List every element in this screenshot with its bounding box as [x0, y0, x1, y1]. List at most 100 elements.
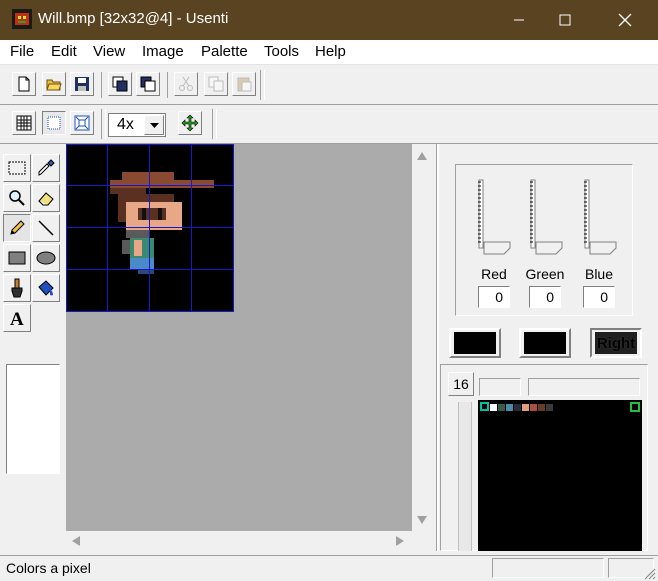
marquee-select-icon [8, 161, 26, 175]
right-color-fill: Right [595, 332, 637, 354]
middle-color-fill [524, 332, 566, 354]
zoom-dropdown-button[interactable] [144, 115, 164, 135]
palette-swatch-0 [480, 402, 489, 411]
palette-swatch-4 [514, 404, 521, 411]
new-file-icon [18, 76, 30, 92]
tool-eraser[interactable] [32, 184, 60, 212]
green-label: Green [525, 266, 565, 282]
paste-clipboard-icon [237, 77, 252, 92]
tool-palette: A [0, 144, 66, 555]
horizontal-scrollbar[interactable] [66, 531, 412, 551]
resize-grip-icon[interactable] [642, 566, 656, 580]
pixel-grid-button[interactable] [12, 111, 36, 135]
export-button[interactable] [136, 72, 160, 96]
menu-palette[interactable]: Palette [201, 43, 248, 60]
menu-edit[interactable]: Edit [51, 43, 77, 60]
main-toolbar [0, 66, 658, 105]
close-icon [618, 13, 632, 27]
tool-line[interactable] [32, 214, 60, 242]
middle-color-swatch[interactable] [519, 328, 571, 358]
sprite-canvas[interactable] [66, 144, 234, 312]
open-button[interactable] [42, 72, 66, 96]
menu-image[interactable]: Image [142, 43, 184, 60]
copy-button[interactable] [204, 72, 228, 96]
scroll-up-icon[interactable] [417, 152, 427, 160]
right-color-label: Right [596, 334, 636, 352]
tool-fill[interactable] [32, 274, 60, 302]
red-label: Red [481, 266, 507, 282]
fit-view-button[interactable] [70, 111, 94, 135]
tool-brush[interactable] [3, 274, 31, 302]
move-arrows-icon [181, 114, 199, 132]
blue-label: Blue [584, 266, 614, 282]
ellipse-icon [36, 251, 56, 265]
left-color-fill [454, 332, 496, 354]
scroll-left-icon[interactable] [72, 536, 80, 546]
blue-value-field[interactable]: 0 [583, 286, 615, 308]
palette-count-button[interactable]: 16 [448, 372, 474, 396]
palette-info-field [528, 378, 640, 396]
red-value-field[interactable]: 0 [478, 286, 510, 308]
green-value-field[interactable]: 0 [529, 286, 561, 308]
palette-swatches[interactable] [478, 400, 642, 420]
title-bar: Will.bmp [32x32@4] - Usenti [0, 0, 658, 40]
tile-grid-button[interactable] [42, 111, 66, 135]
line-icon [38, 220, 54, 236]
status-text: Colors a pixel [6, 560, 91, 576]
fit-view-icon [74, 115, 90, 131]
palette-swatch-3 [506, 404, 513, 411]
eraser-icon [38, 192, 54, 206]
close-button[interactable] [602, 0, 648, 40]
paint-bucket-icon [38, 280, 54, 296]
scroll-down-icon[interactable] [417, 516, 427, 524]
blue-slider[interactable] [580, 178, 620, 258]
window-title: Will.bmp [32x32@4] - Usenti [38, 10, 229, 27]
paintbrush-icon [11, 278, 23, 298]
tool-eyedropper[interactable] [32, 154, 60, 182]
palette-grid[interactable] [478, 400, 642, 551]
cut-button[interactable] [174, 72, 198, 96]
palette-scrollbar[interactable] [458, 402, 472, 551]
tool-select-rect[interactable] [3, 154, 31, 182]
save-disk-icon [75, 77, 89, 91]
vertical-scrollbar[interactable] [412, 144, 432, 531]
tile-grid-icon [47, 116, 61, 130]
palette-right-marker [630, 402, 640, 412]
tool-zoom[interactable] [3, 184, 31, 212]
tool-pencil[interactable] [3, 214, 31, 242]
maximize-button[interactable] [542, 0, 588, 40]
rectangle-icon [8, 251, 26, 265]
tool-rectangle[interactable] [3, 244, 31, 272]
red-slider[interactable] [474, 178, 514, 258]
palette-swatch-7 [538, 404, 545, 411]
palette-swatch-2 [498, 404, 505, 411]
tool-ellipse[interactable] [32, 244, 60, 272]
menu-file[interactable]: File [10, 43, 34, 60]
copy-icon [208, 76, 224, 92]
scissors-icon [179, 76, 193, 91]
paste-button[interactable] [232, 72, 256, 96]
open-folder-icon [46, 79, 62, 91]
new-button[interactable] [12, 72, 36, 96]
menu-bar: File Edit View Image Palette Tools Help [0, 40, 658, 65]
import-button[interactable] [108, 72, 132, 96]
chevron-down-icon [149, 122, 159, 128]
zoom-select[interactable]: 4x [108, 113, 166, 137]
scroll-right-icon[interactable] [396, 536, 404, 546]
pencil-icon [10, 220, 25, 235]
view-toolbar: 4x [0, 105, 658, 144]
svg-text:A: A [10, 309, 24, 327]
minimize-button[interactable] [496, 0, 542, 40]
pan-button[interactable] [178, 111, 202, 135]
save-button[interactable] [70, 72, 94, 96]
menu-help[interactable]: Help [315, 43, 346, 60]
left-color-swatch[interactable] [449, 328, 501, 358]
menu-tools[interactable]: Tools [264, 43, 299, 60]
green-slider[interactable] [526, 178, 566, 258]
usenti-app-icon [12, 9, 32, 29]
tool-text[interactable]: A [3, 304, 31, 332]
canvas-area [66, 144, 412, 531]
palette-swatch-1 [490, 404, 497, 411]
menu-view[interactable]: View [93, 43, 125, 60]
right-color-swatch[interactable]: Right [590, 328, 642, 358]
